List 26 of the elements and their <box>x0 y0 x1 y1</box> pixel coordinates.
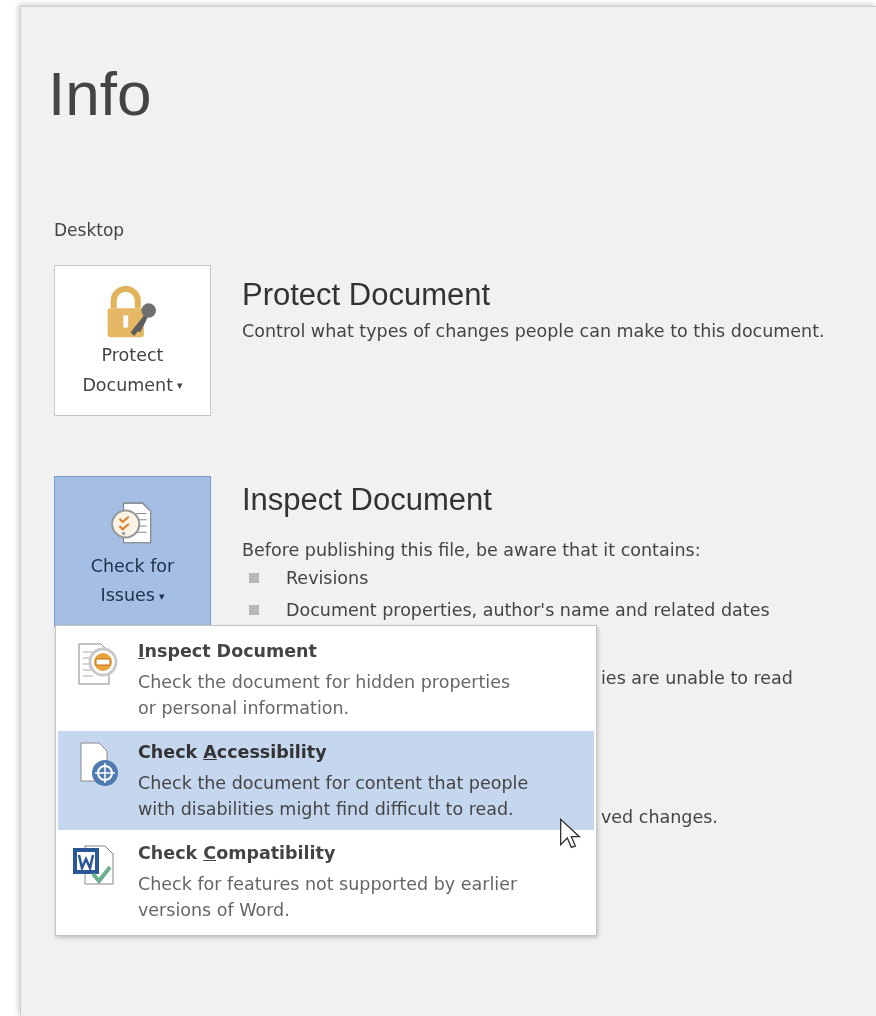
menu-item-description: Check the document for hidden properties or personal information. <box>138 671 511 720</box>
section-description: Control what types of changes people can make to this document. <box>242 320 825 343</box>
menu-item[interactable]: Check Compatibility Check for features not supported by earlier versions of Word. <box>58 832 594 931</box>
section-description: Before publishing this file, be aware that it contains: <box>242 539 702 562</box>
check-for-issues-button[interactable]: Check for Issues ▾ <box>54 476 211 627</box>
menu-item-description: Check the document for content that people with disabilities might find difficult to read. <box>138 772 529 821</box>
menu-item-title: Check Accessibility <box>138 741 328 764</box>
partial-text: ies are unable to read <box>601 667 793 690</box>
bullet-icon <box>249 605 259 615</box>
caret-icon: ▾ <box>177 379 183 392</box>
bullet-text: Revisions <box>286 567 369 590</box>
menu-item-title: Check Compatibility <box>138 842 337 865</box>
protect-document-button[interactable]: Protect Document ▾ <box>54 265 211 416</box>
section-heading: Protect Document <box>242 276 492 314</box>
menu-item[interactable]: Inspect Document Check the document for hidden properties or personal information. <box>58 630 594 729</box>
bullet-icon <box>249 573 259 583</box>
mouse-pointer-icon <box>559 818 581 850</box>
bullet-text: Document properties, author's name and related dates <box>286 599 770 622</box>
section-heading: Inspect Document <box>242 481 493 519</box>
partial-text: ved changes. <box>601 806 719 829</box>
menu-item-title: Inspect Document <box>138 640 318 663</box>
menu-item-description: Check for features not supported by earlier versions of Word. <box>138 873 518 922</box>
section-label: Desktop <box>54 219 125 242</box>
menu-item[interactable]: Check Accessibility Check the document for content that people with disabilities might find difficult to read. <box>58 731 594 830</box>
page-title: Info <box>48 63 152 125</box>
caret-icon: ▾ <box>158 589 165 603</box>
